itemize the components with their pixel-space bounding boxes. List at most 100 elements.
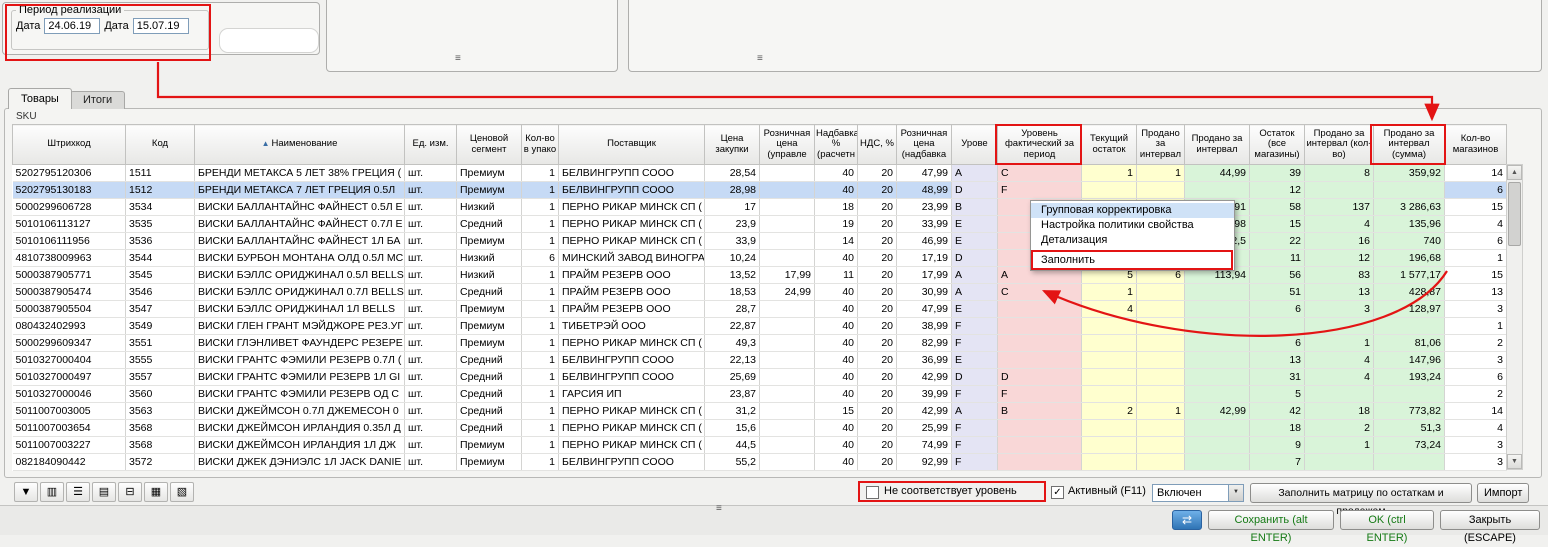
cell[interactable]: 5010106113127 [13,216,126,233]
cell[interactable]: 1 [1137,165,1185,182]
cell[interactable]: 20 [858,420,897,437]
cell[interactable]: ВИСКИ БАЛЛАНТАЙНС ФАЙНЕСТ 0.5Л Е [195,199,405,216]
table-row[interactable]: 50002996093473551ВИСКИ ГЛЭНЛИВЕТ ФАУНДЕР… [13,335,1507,352]
cell[interactable] [760,454,815,471]
cell[interactable]: 14 [1445,403,1507,420]
cell[interactable]: 2 [1305,420,1374,437]
table-row[interactable]: 50003879057713545ВИСКИ БЭЛЛС ОРИДЖИНАЛ 0… [13,267,1507,284]
horizontal-splitter-grip[interactable]: ≡ [716,504,722,514]
cell[interactable]: 49,3 [705,335,760,352]
cell[interactable]: 31,2 [705,403,760,420]
cell[interactable]: 1 [1305,335,1374,352]
cell[interactable]: ПЕРНО РИКАР МИНСК СП ( [559,199,705,216]
cell[interactable]: 3545 [126,267,195,284]
table-row[interactable]: 52027951301831512БРЕНДИ МЕТАКСА 7 ЛЕТ ГР… [13,182,1507,199]
cell[interactable] [1082,369,1137,386]
column-header[interactable]: Продано за интервал [1185,125,1250,165]
cell[interactable]: шт. [405,199,457,216]
column-header[interactable]: Розничная цена (управле [760,125,815,165]
cell[interactable]: 3544 [126,250,195,267]
table-row[interactable]: 50003879054743546ВИСКИ БЭЛЛС ОРИДЖИНАЛ 0… [13,284,1507,301]
cell[interactable] [1185,369,1250,386]
cell[interactable]: Средний [457,352,522,369]
cell[interactable]: шт. [405,420,457,437]
table-row[interactable]: 50103270000463560ВИСКИ ГРАНТС ФЭМИЛИ РЕЗ… [13,386,1507,403]
cell[interactable]: 1 [522,386,559,403]
cell[interactable]: БРЕНДИ МЕТАКСА 5 ЛЕТ 38% ГРЕЦИЯ ( [195,165,405,182]
cell[interactable]: 55,2 [705,454,760,471]
cell[interactable] [760,216,815,233]
cell[interactable]: 14 [1445,165,1507,182]
cell[interactable]: шт. [405,369,457,386]
cell[interactable]: шт. [405,335,457,352]
cell[interactable] [998,437,1082,454]
cell[interactable]: 5202795120306 [13,165,126,182]
cell[interactable]: 1511 [126,165,195,182]
cell[interactable]: 22,13 [705,352,760,369]
cell[interactable]: Низкий [457,250,522,267]
column-header[interactable]: Поставщик [559,125,705,165]
cell[interactable]: ПРАЙМ РЕЗЕРВ ООО [559,267,705,284]
cell[interactable]: 3568 [126,420,195,437]
cell[interactable]: 5000299606728 [13,199,126,216]
ok-button[interactable]: OK (ctrl ENTER) [1340,510,1434,530]
close-button[interactable]: Закрыть (ESCAPE) [1440,510,1540,530]
column-header[interactable]: Код [126,125,195,165]
cell[interactable]: 428,87 [1374,284,1445,301]
column-header[interactable]: Штрихкод [13,125,126,165]
cell[interactable]: 40 [815,437,858,454]
active-checkbox[interactable]: ✓ [1051,486,1064,499]
cell[interactable]: 38,99 [897,318,952,335]
cell[interactable]: 20 [858,386,897,403]
cell[interactable]: Средний [457,369,522,386]
cell[interactable]: 40 [815,335,858,352]
cell[interactable]: 42,99 [897,403,952,420]
cell[interactable]: 20 [858,403,897,420]
cell[interactable]: ПЕРНО РИКАР МИНСК СП ( [559,437,705,454]
cell[interactable]: 73,24 [1374,437,1445,454]
cell[interactable] [1185,437,1250,454]
cell[interactable]: C [998,284,1082,301]
cell[interactable]: 20 [858,369,897,386]
cell[interactable]: 5011007003654 [13,420,126,437]
cell[interactable]: 51,3 [1374,420,1445,437]
cell[interactable] [1305,318,1374,335]
cell[interactable]: 28,54 [705,165,760,182]
cell[interactable]: 11 [815,267,858,284]
splitter-grip[interactable]: ≡ [455,54,461,64]
cell[interactable]: Премиум [457,182,522,199]
cell[interactable]: 1 [522,369,559,386]
cell[interactable]: 20 [858,250,897,267]
cell[interactable]: 1 [1445,318,1507,335]
cell[interactable]: B [998,403,1082,420]
cell[interactable]: 4 [1305,352,1374,369]
cell[interactable]: 17,99 [760,267,815,284]
column-header[interactable]: Розничная цена (надбавка [897,125,952,165]
cell[interactable] [1185,335,1250,352]
cell[interactable] [1137,352,1185,369]
cell[interactable] [760,182,815,199]
table-row[interactable]: 50101061131273535ВИСКИ БАЛЛАНТАЙНС ФАЙНЕ… [13,216,1507,233]
cell[interactable]: БЕЛВИНГРУПП СООО [559,182,705,199]
cell[interactable]: 193,24 [1374,369,1445,386]
cell[interactable]: 12 [1305,250,1374,267]
cell[interactable]: 20 [858,437,897,454]
cell[interactable]: D [998,369,1082,386]
cell[interactable]: Премиум [457,454,522,471]
cell[interactable]: 5011007003005 [13,403,126,420]
cell[interactable]: 92,99 [897,454,952,471]
cell[interactable]: Средний [457,284,522,301]
cell[interactable]: 3568 [126,437,195,454]
cell[interactable]: 44,99 [1185,165,1250,182]
column-header[interactable]: НДС, % [858,125,897,165]
cell[interactable]: шт. [405,267,457,284]
cell[interactable] [1137,437,1185,454]
cell[interactable]: 31 [1250,369,1305,386]
cell[interactable]: 20 [858,165,897,182]
cell[interactable]: 3557 [126,369,195,386]
cell[interactable]: 740 [1374,233,1445,250]
cell[interactable]: шт. [405,301,457,318]
cell[interactable]: 3535 [126,216,195,233]
cell[interactable]: 42,99 [897,369,952,386]
cell[interactable]: ВИСКИ БАЛЛАНТАЙНС ФАЙНЕСТ 1Л БА [195,233,405,250]
